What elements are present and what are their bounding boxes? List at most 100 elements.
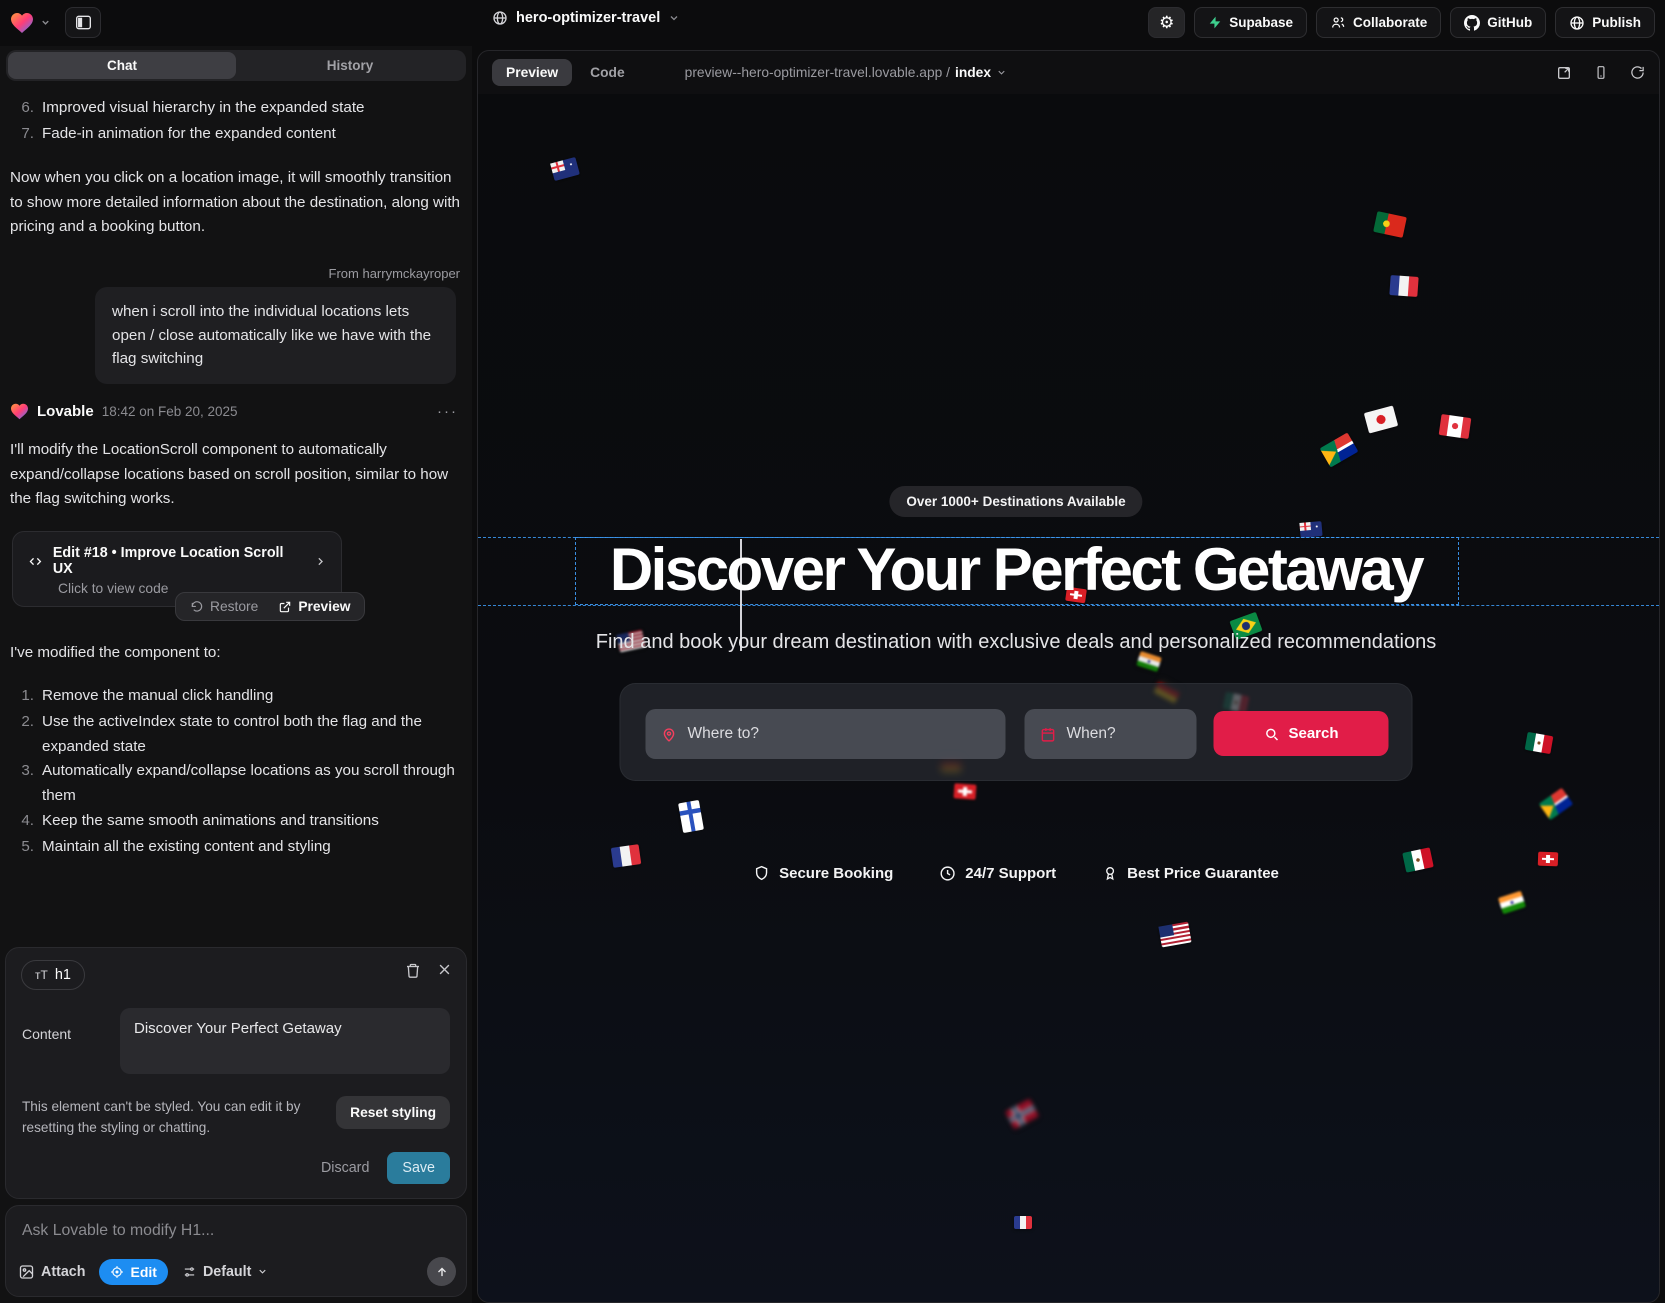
save-button[interactable]: Save — [387, 1152, 450, 1184]
model-default-dropdown[interactable]: Default — [182, 1264, 268, 1280]
chat-message-input[interactable] — [22, 1222, 450, 1240]
styling-note: This element can't be styled. You can ed… — [22, 1096, 322, 1138]
restore-button[interactable]: Restore — [180, 599, 268, 614]
search-button[interactable]: Search — [1214, 711, 1389, 756]
chevron-down-icon[interactable] — [40, 17, 51, 28]
when-placeholder: When? — [1067, 725, 1116, 743]
content-textarea[interactable]: Discover Your Perfect Getaway — [120, 1008, 450, 1074]
project-switcher[interactable]: hero-optimizer-travel — [492, 10, 680, 26]
tab-code[interactable]: Code — [576, 59, 639, 86]
flag-france-icon — [611, 844, 642, 868]
refresh-button[interactable] — [1630, 65, 1645, 80]
flag-japan-icon — [1364, 405, 1398, 433]
search-label: Search — [1288, 725, 1338, 742]
url-prefix: preview--hero-optimizer-travel.lovable.a… — [685, 65, 950, 80]
assistant-name: Lovable — [37, 403, 94, 420]
collaborate-button[interactable]: Collaborate — [1316, 7, 1441, 38]
send-button[interactable] — [427, 1257, 456, 1286]
sidebar-toggle-button[interactable] — [65, 7, 101, 38]
flag-canada-icon — [1439, 414, 1472, 439]
discard-button[interactable]: Discard — [321, 1160, 369, 1176]
shield-icon — [753, 864, 770, 882]
assistant-list-bottom: 1.Remove the manual click handling 2.Use… — [10, 684, 460, 861]
when-input[interactable]: When? — [1025, 709, 1197, 759]
tab-chat[interactable]: Chat — [8, 52, 236, 79]
close-panel-button[interactable] — [437, 962, 452, 984]
tab-preview[interactable]: Preview — [492, 59, 572, 86]
settings-button[interactable]: ⚙ — [1148, 7, 1185, 38]
flag-australia-icon — [550, 157, 580, 181]
text-style-icon: тT — [35, 968, 48, 982]
preview-button[interactable]: Preview — [268, 599, 360, 614]
trust-item-guarantee: Best Price Guarantee — [1102, 864, 1279, 882]
top-header: hero-optimizer-travel ⚙ Supabase Collabo… — [0, 0, 1665, 46]
github-label: GitHub — [1487, 15, 1532, 30]
flag-india-icon — [1136, 651, 1162, 672]
publish-button[interactable]: Publish — [1555, 7, 1655, 38]
list-item: 2.Use the activeIndex state to control b… — [10, 710, 460, 759]
tab-history[interactable]: History — [236, 52, 464, 79]
project-name: hero-optimizer-travel — [516, 10, 660, 26]
restore-preview-pill: Restore Preview — [175, 592, 365, 621]
element-tag-pill[interactable]: тT h1 — [21, 960, 85, 990]
supabase-button[interactable]: Supabase — [1194, 7, 1307, 38]
element-editor-panel: тT h1 Content Discover Your Perfect Geta… — [5, 947, 467, 1199]
flag-france-icon — [1014, 1216, 1032, 1229]
arrow-up-icon — [435, 1265, 449, 1279]
lovable-logo-icon[interactable] — [10, 12, 34, 34]
chat-input-box: Attach Edit Default — [5, 1205, 467, 1297]
list-item: 1.Remove the manual click handling — [10, 684, 460, 710]
default-label: Default — [203, 1264, 251, 1280]
collaborate-label: Collaborate — [1353, 15, 1427, 30]
mobile-view-button[interactable] — [1594, 64, 1608, 81]
preview-url[interactable]: preview--hero-optimizer-travel.lovable.a… — [685, 65, 1007, 80]
target-icon — [110, 1265, 124, 1279]
chevron-down-icon — [668, 12, 680, 24]
award-icon — [1102, 864, 1118, 882]
open-in-new-tab-button[interactable] — [1556, 65, 1572, 81]
destinations-badge: Over 1000+ Destinations Available — [889, 486, 1142, 517]
external-link-icon — [1556, 65, 1572, 81]
attach-button[interactable]: Attach — [18, 1264, 85, 1280]
people-icon — [1330, 15, 1346, 30]
image-icon — [18, 1264, 35, 1280]
reset-styling-button[interactable]: Reset styling — [336, 1096, 450, 1129]
selection-guide-bottom — [478, 605, 1659, 606]
location-pin-icon — [661, 726, 678, 743]
flag-mexico-icon — [1402, 847, 1434, 872]
hero-heading[interactable]: Discover Your Perfect Getaway — [610, 536, 1422, 604]
flag-india-icon — [1498, 891, 1526, 915]
calendar-icon — [1040, 726, 1057, 743]
message-menu-button[interactable]: ··· — [437, 403, 458, 420]
flag-south-africa-icon — [1539, 788, 1573, 820]
github-button[interactable]: GitHub — [1450, 7, 1546, 38]
list-item: 4.Keep the same smooth animations and tr… — [10, 809, 460, 835]
restore-icon — [190, 600, 204, 614]
flag-south-africa-icon — [1320, 432, 1359, 467]
chevron-right-icon — [314, 555, 327, 568]
delete-element-button[interactable] — [405, 962, 421, 984]
assistant-timestamp: 18:42 on Feb 20, 2025 — [102, 404, 238, 419]
app-window: hero-optimizer-travel ⚙ Supabase Collabo… — [0, 0, 1665, 1303]
from-label: From harrymckayroper — [10, 263, 460, 284]
clock-icon — [939, 865, 956, 882]
globe-icon — [492, 10, 508, 26]
hero-subheading: Find and book your dream destination wit… — [596, 631, 1436, 654]
edit-mode-toggle[interactable]: Edit — [99, 1259, 167, 1285]
assistant-message-header: Lovable 18:42 on Feb 20, 2025 ··· — [10, 403, 458, 420]
preview-viewport: Over 1000+ Destinations Available Discov… — [478, 94, 1659, 1302]
edit-label: Edit — [130, 1264, 156, 1280]
list-item: 3.Automatically expand/collapse location… — [10, 759, 460, 808]
chevron-down-icon — [257, 1266, 268, 1277]
close-icon — [437, 962, 452, 977]
globe-icon — [1569, 15, 1585, 31]
refresh-icon — [1630, 65, 1645, 80]
user-message-bubble: when i scroll into the individual locati… — [95, 287, 456, 384]
trust-item-support: 24/7 Support — [939, 865, 1056, 882]
where-to-placeholder: Where to? — [688, 725, 760, 743]
github-icon — [1464, 15, 1480, 31]
where-to-input[interactable]: Where to? — [646, 709, 1006, 759]
flag-norway-icon — [1005, 1099, 1039, 1130]
trust-item-secure: Secure Booking — [753, 864, 893, 882]
chat-panel: Chat History 6.Improved visual hierarchy… — [0, 46, 472, 1303]
